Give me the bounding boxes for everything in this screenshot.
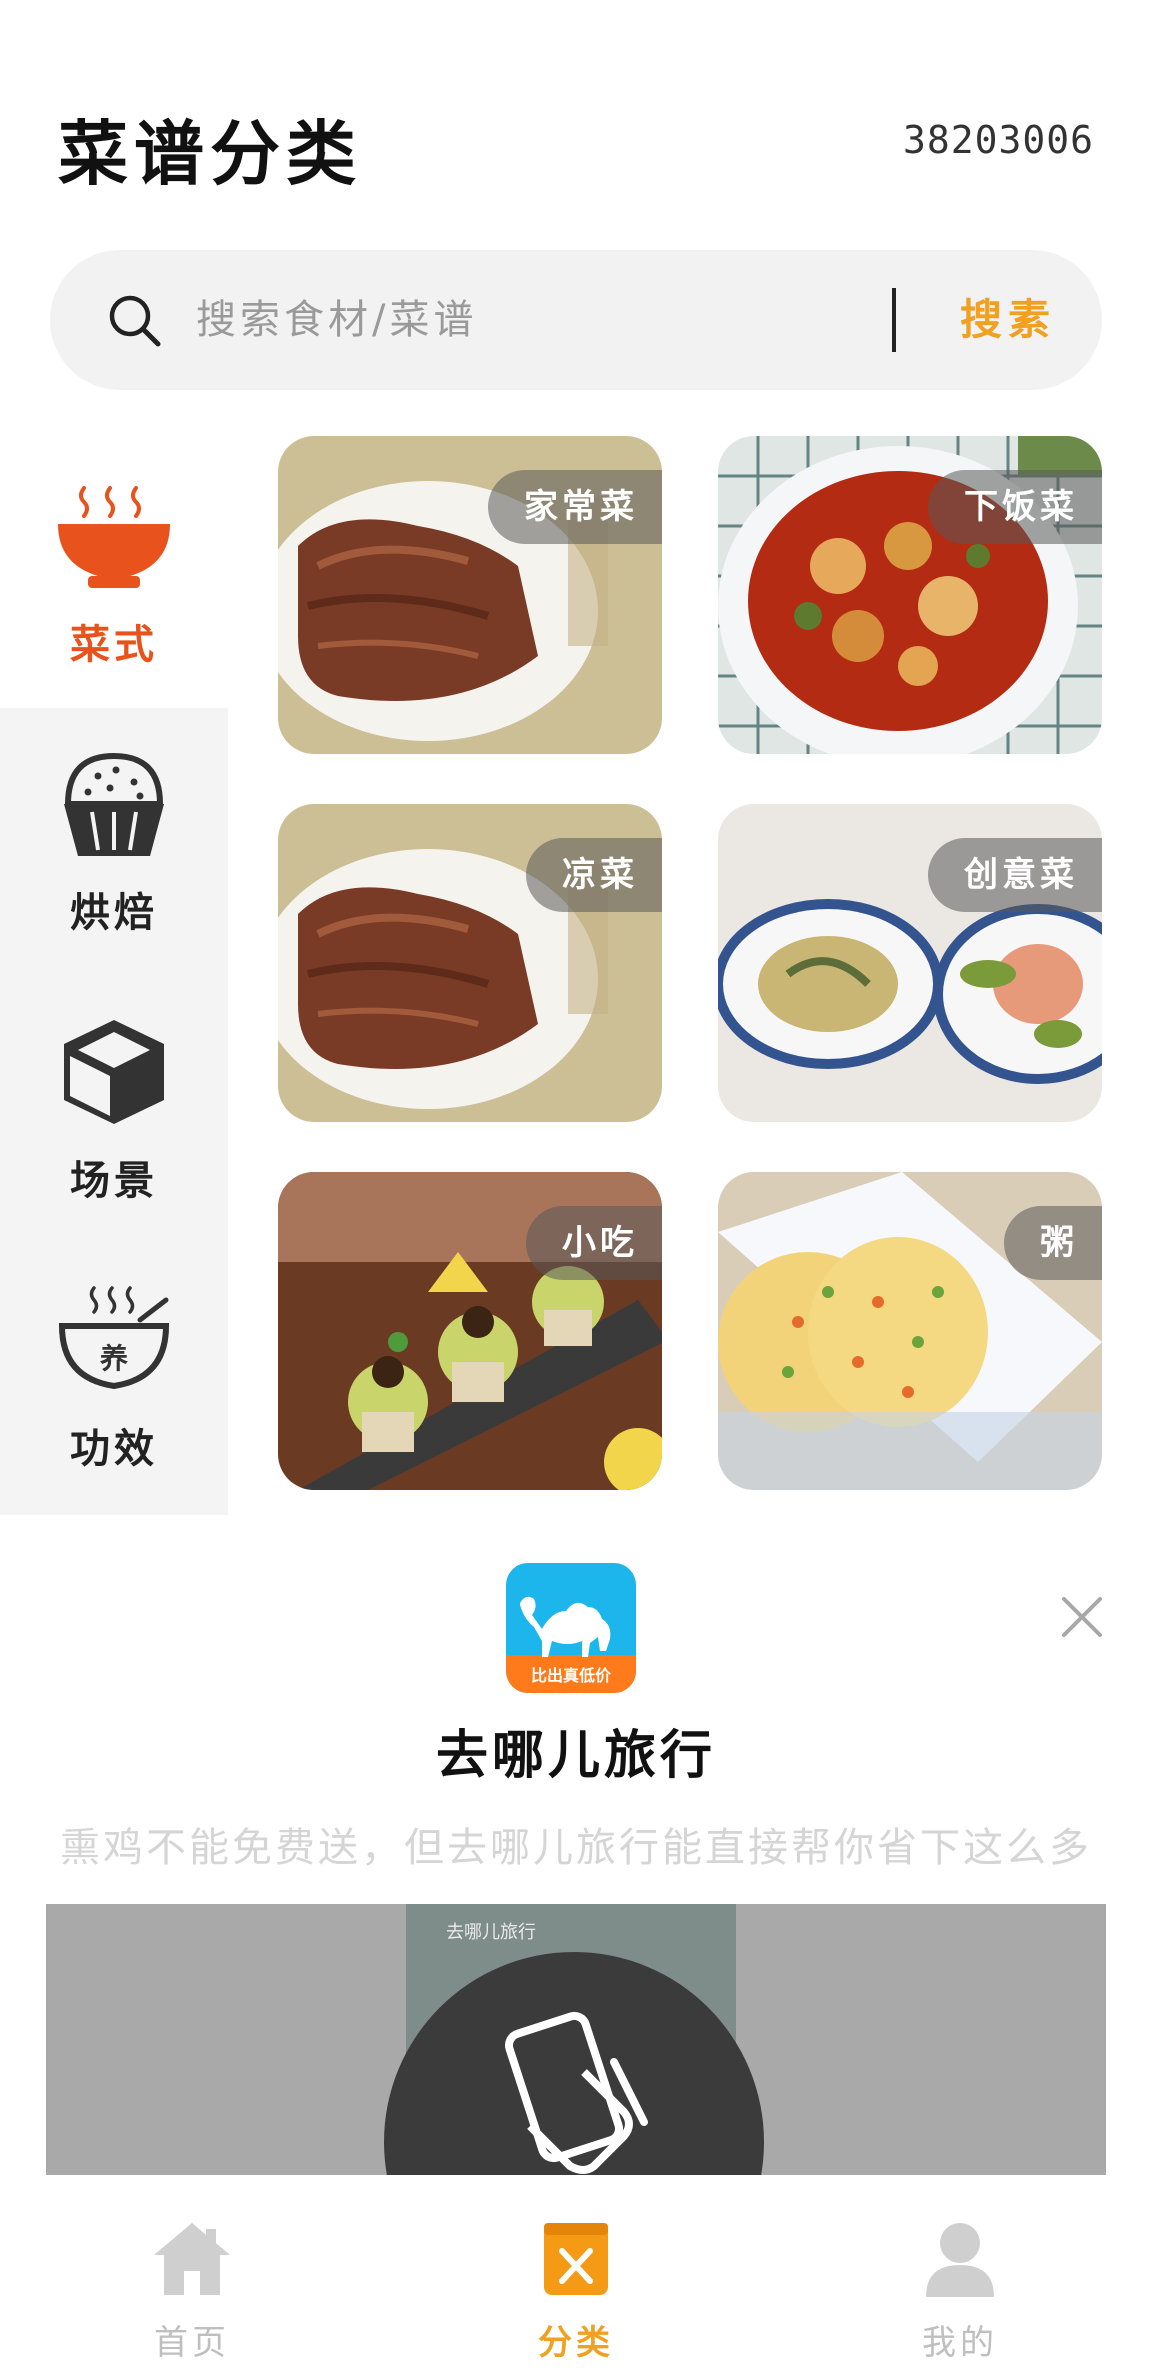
sidebar-item-label: 功效 (70, 1426, 158, 1472)
ad-preview-caption: 去哪儿旅行 (446, 1922, 536, 1943)
header: 菜谱分类 38203006 (0, 0, 1152, 240)
category-card-creative[interactable]: 创意菜 (718, 804, 1102, 1122)
category-tag: 家常菜 (488, 470, 662, 544)
nav-item-profile[interactable]: 我的 (768, 2175, 1152, 2376)
category-card-snacks[interactable]: 小吃 (278, 1172, 662, 1490)
cube-icon (64, 1020, 164, 1124)
category-tag: 粥 (1004, 1206, 1102, 1280)
ad-banner[interactable]: 去哪儿旅行 (46, 1904, 1106, 2176)
category-card-rice-companion[interactable]: 下饭菜 (718, 436, 1102, 754)
bowl-icon (58, 486, 170, 588)
search-divider (892, 288, 896, 352)
sidebar-item-label: 场景 (70, 1158, 158, 1204)
page-title: 菜谱分类 (58, 113, 362, 195)
search-input[interactable] (196, 286, 916, 354)
tap-phone-icon (504, 2011, 648, 2174)
sidebar-item-scenes[interactable]: 场景 (0, 976, 228, 1216)
sidebar-item-dishes[interactable]: 菜式 (0, 440, 228, 680)
category-icon (544, 2223, 608, 2295)
svg-text:养: 养 (100, 1342, 128, 1375)
nav-item-home[interactable]: 首页 (0, 2175, 384, 2376)
category-tag: 下饭菜 (928, 470, 1102, 544)
category-tag: 凉菜 (526, 838, 662, 912)
nav-label: 首页 (154, 2323, 230, 2363)
category-card-cold-dishes[interactable]: 凉菜 (278, 804, 662, 1122)
ad-description: 熏鸡不能免费送，但去哪儿旅行能直接帮你省下这么多 (60, 1825, 1092, 1871)
nav-label: 分类 (538, 2323, 614, 2363)
ad-logo-text: 比出真低价 (531, 1666, 612, 1685)
category-tag: 创意菜 (928, 838, 1102, 912)
nav-label: 我的 (922, 2323, 998, 2363)
category-sidebar: 菜式 烘焙 场景 养 功效 (0, 440, 228, 1515)
category-card-porridge[interactable]: 粥 (718, 1172, 1102, 1490)
close-icon[interactable] (1058, 1593, 1106, 1641)
nourish-bowl-icon: 养 (58, 1286, 170, 1390)
nav-item-category[interactable]: 分类 (384, 2175, 768, 2376)
profile-icon (926, 2223, 994, 2297)
sidebar-item-baking[interactable]: 烘焙 (0, 708, 228, 948)
category-tag: 小吃 (526, 1206, 662, 1280)
ad-panel[interactable]: 比出真低价 去哪儿旅行 熏鸡不能免费送，但去哪儿旅行能直接帮你省下这么多 去哪儿… (0, 1515, 1152, 2176)
search-icon[interactable] (106, 292, 162, 348)
sidebar-item-label: 烘焙 (70, 890, 158, 936)
camel-icon: 比出真低价 (506, 1563, 636, 1693)
home-icon (154, 2223, 230, 2295)
cupcake-icon (64, 752, 164, 856)
sidebar-item-label: 菜式 (70, 622, 158, 668)
header-code: 38203006 (902, 118, 1094, 162)
search-button[interactable]: 搜素 (938, 282, 1078, 358)
bottom-nav: 首页 分类 我的 (0, 2175, 1152, 2376)
search-bar: 搜素 (50, 250, 1102, 390)
category-card-home-style[interactable]: 家常菜 (278, 436, 662, 754)
ad-app-logo[interactable]: 比出真低价 (506, 1563, 636, 1693)
ad-app-name: 去哪儿旅行 (435, 1726, 716, 1786)
sidebar-item-effects[interactable]: 养 功效 (0, 1244, 228, 1484)
